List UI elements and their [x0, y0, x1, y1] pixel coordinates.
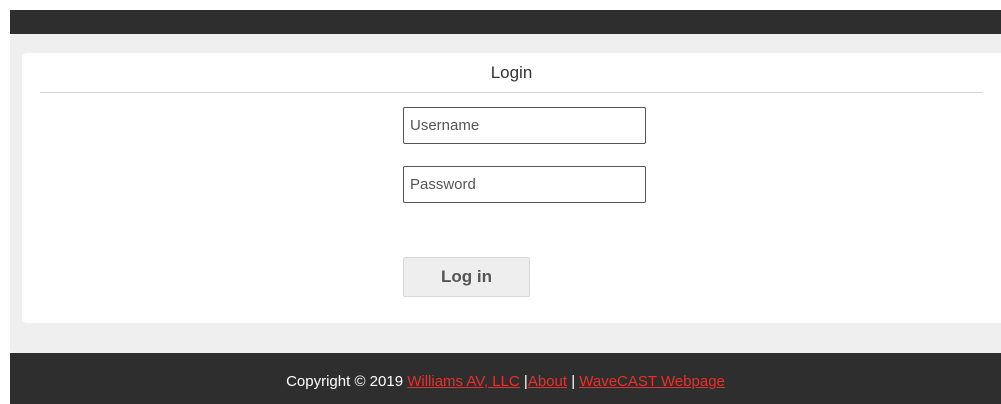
- login-button[interactable]: Log in: [403, 257, 530, 297]
- content-panel: Login Log in: [10, 34, 1001, 353]
- footer-separator: |: [519, 373, 528, 390]
- login-title: Login: [40, 53, 983, 93]
- williams-av-link[interactable]: Williams AV, LLC: [407, 373, 520, 390]
- password-input[interactable]: [403, 166, 646, 203]
- top-header-bar: [10, 10, 1001, 34]
- footer: Copyright © 2019 Williams AV, LLC |About…: [10, 353, 1001, 404]
- about-link[interactable]: About: [528, 373, 567, 390]
- login-card: Login Log in: [22, 53, 1001, 323]
- footer-separator: |: [567, 373, 580, 390]
- copyright-text: Copyright © 2019: [286, 373, 408, 390]
- footer-line: Copyright © 2019 Williams AV, LLC |About…: [10, 373, 1001, 390]
- wavecast-webpage-link[interactable]: WaveCAST Webpage: [579, 373, 725, 390]
- username-input[interactable]: [403, 107, 646, 144]
